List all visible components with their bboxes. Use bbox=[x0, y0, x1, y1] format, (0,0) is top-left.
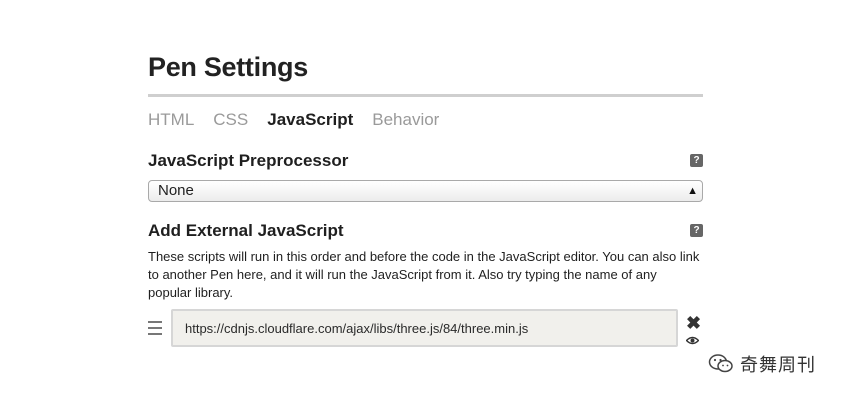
external-js-description: These scripts will run in this order and… bbox=[148, 249, 700, 300]
preprocessor-label: JavaScript Preprocessor bbox=[148, 151, 349, 170]
remove-script-icon[interactable]: ✖ bbox=[686, 314, 701, 332]
settings-tabs: HTML CSS JavaScript Behavior bbox=[148, 110, 439, 130]
tab-css[interactable]: CSS bbox=[213, 110, 248, 130]
preprocessor-selected-value: None bbox=[158, 182, 194, 199]
drag-handle-icon[interactable] bbox=[148, 321, 162, 339]
preprocessor-help-icon[interactable]: ? bbox=[690, 154, 703, 167]
tab-html[interactable]: HTML bbox=[148, 110, 194, 130]
view-script-eye-icon[interactable] bbox=[685, 332, 700, 350]
preprocessor-select[interactable]: None ▲ bbox=[148, 180, 703, 202]
tab-behavior[interactable]: Behavior bbox=[372, 110, 439, 130]
watermark-text: 奇舞周刊 bbox=[740, 355, 816, 375]
external-js-help-icon[interactable]: ? bbox=[690, 224, 703, 237]
title-divider bbox=[148, 94, 703, 97]
select-arrows-icon: ▲ bbox=[687, 185, 698, 197]
watermark: 奇舞周刊 bbox=[708, 351, 816, 377]
page-title: Pen Settings bbox=[148, 52, 308, 82]
wechat-logo-icon bbox=[708, 354, 733, 373]
tab-javascript[interactable]: JavaScript bbox=[267, 110, 353, 130]
external-script-url-input[interactable] bbox=[171, 309, 678, 347]
external-js-label: Add External JavaScript bbox=[148, 221, 344, 240]
